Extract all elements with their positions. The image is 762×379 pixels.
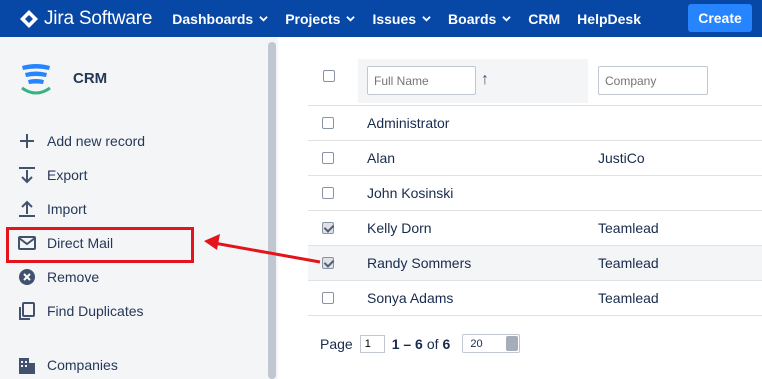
full-name-cell: John Kosinski bbox=[367, 185, 454, 201]
page-of-label: of bbox=[426, 335, 439, 352]
nav-boards[interactable]: Boards bbox=[448, 10, 512, 27]
jira-logo[interactable]: Jira Software bbox=[20, 8, 152, 30]
page-number-input[interactable] bbox=[359, 334, 385, 353]
full-name-filter-input[interactable] bbox=[367, 66, 476, 95]
full-name-cell: Randy Sommers bbox=[367, 255, 472, 271]
annotation-arrow bbox=[204, 234, 321, 264]
row-checkbox[interactable] bbox=[322, 292, 334, 304]
table-row[interactable]: Randy Sommers Teamlead bbox=[308, 245, 762, 280]
sidebar-item-export[interactable]: Export bbox=[0, 158, 268, 192]
sidebar-item-label: Import bbox=[47, 201, 87, 217]
chevron-down-icon bbox=[422, 16, 431, 22]
nav-label: Issues bbox=[372, 10, 417, 27]
table-row[interactable]: Sonya Adams Teamlead bbox=[308, 280, 762, 315]
page-label: Page bbox=[320, 335, 353, 352]
duplicates-icon bbox=[17, 301, 37, 321]
sidebar-item-add-new-record[interactable]: Add new record bbox=[0, 124, 268, 158]
page-total: 6 bbox=[442, 335, 451, 352]
direct-mail-highlight-box bbox=[6, 227, 194, 263]
row-checkbox[interactable] bbox=[322, 152, 334, 164]
company-cell: Teamlead bbox=[598, 220, 659, 236]
sidebar-item-import[interactable]: Import bbox=[0, 192, 268, 226]
sidebar-item-label: Add new record bbox=[47, 133, 146, 149]
chevron-down-icon bbox=[502, 16, 512, 22]
table-row[interactable]: Alan JustiCo bbox=[308, 140, 762, 175]
nav-projects[interactable]: Projects bbox=[285, 10, 356, 27]
company-cell: Teamlead bbox=[598, 290, 659, 306]
table-bottom-divider bbox=[308, 315, 762, 316]
sidebar: CRM Add new record Export Import Direct … bbox=[0, 37, 278, 379]
sidebar-item-label: Export bbox=[47, 167, 88, 183]
nav-helpdesk[interactable]: HelpDesk bbox=[577, 11, 641, 27]
company-filter-input[interactable] bbox=[598, 66, 708, 95]
nav-dashboards[interactable]: Dashboards bbox=[172, 11, 268, 27]
full-name-cell: Sonya Adams bbox=[367, 290, 454, 306]
nav-label: CRM bbox=[528, 10, 561, 27]
sort-arrow-up-icon[interactable]: ↑ bbox=[481, 71, 489, 89]
full-name-cell: Alan bbox=[367, 150, 396, 166]
records-table: ↑ Administrator Alan JustiCo John Kosins… bbox=[278, 37, 762, 379]
chevron-down-icon bbox=[259, 16, 268, 22]
row-checkbox[interactable] bbox=[322, 117, 334, 129]
page-range: 1 – 6 bbox=[391, 335, 423, 352]
nav-label: HelpDesk bbox=[577, 10, 641, 27]
nav-issues[interactable]: Issues bbox=[372, 11, 431, 27]
plus-icon bbox=[17, 131, 37, 151]
page-size-value: 20 bbox=[470, 338, 483, 350]
sidebar-item-label: Find Duplicates bbox=[47, 303, 144, 319]
chevron-down-icon bbox=[346, 16, 356, 22]
row-checkbox[interactable] bbox=[322, 187, 334, 199]
sidebar-item-find-duplicates[interactable]: Find Duplicates bbox=[0, 294, 268, 328]
page-size-select[interactable]: 20 bbox=[462, 334, 521, 353]
table-row[interactable]: Administrator bbox=[308, 105, 762, 140]
nav-label: Projects bbox=[285, 10, 341, 27]
full-name-cell: Administrator bbox=[367, 115, 450, 131]
table-row[interactable]: John Kosinski bbox=[308, 175, 762, 210]
company-cell: JustiCo bbox=[598, 150, 645, 166]
app-title: Jira Software bbox=[44, 7, 153, 29]
import-icon bbox=[17, 199, 37, 219]
sidebar-scrollbar[interactable] bbox=[268, 42, 276, 379]
table-row[interactable]: Kelly Dorn Teamlead bbox=[308, 210, 762, 245]
remove-icon bbox=[17, 267, 37, 287]
nav-label: Dashboards bbox=[172, 10, 254, 27]
jira-diamond-icon bbox=[20, 9, 38, 28]
export-icon bbox=[17, 165, 37, 185]
sidebar-item-companies[interactable]: Companies bbox=[0, 348, 268, 379]
create-button[interactable]: Create bbox=[688, 4, 752, 32]
companies-icon bbox=[17, 355, 37, 375]
select-all-checkbox[interactable] bbox=[323, 70, 335, 82]
pagination: Page 1 – 6 of 6 20 bbox=[320, 334, 521, 353]
sidebar-item-label: Companies bbox=[47, 357, 118, 373]
header-name-cell: ↑ bbox=[358, 59, 588, 103]
sidebar-item-label: Remove bbox=[47, 269, 100, 285]
top-nav-bar: Jira Software Dashboards Projects Issues… bbox=[0, 0, 762, 37]
crm-project-logo-icon bbox=[21, 64, 51, 95]
table-header-row: ↑ bbox=[278, 59, 762, 103]
main-nav: Dashboards Projects Issues Boards CRM He… bbox=[172, 11, 658, 27]
stepper-icon bbox=[506, 336, 519, 351]
company-cell: Teamlead bbox=[598, 255, 659, 271]
project-header[interactable]: CRM bbox=[16, 58, 107, 98]
nav-label: Boards bbox=[448, 10, 497, 27]
nav-crm[interactable]: CRM bbox=[528, 11, 560, 27]
full-name-cell: Kelly Dorn bbox=[367, 220, 432, 236]
project-name: CRM bbox=[73, 69, 108, 87]
